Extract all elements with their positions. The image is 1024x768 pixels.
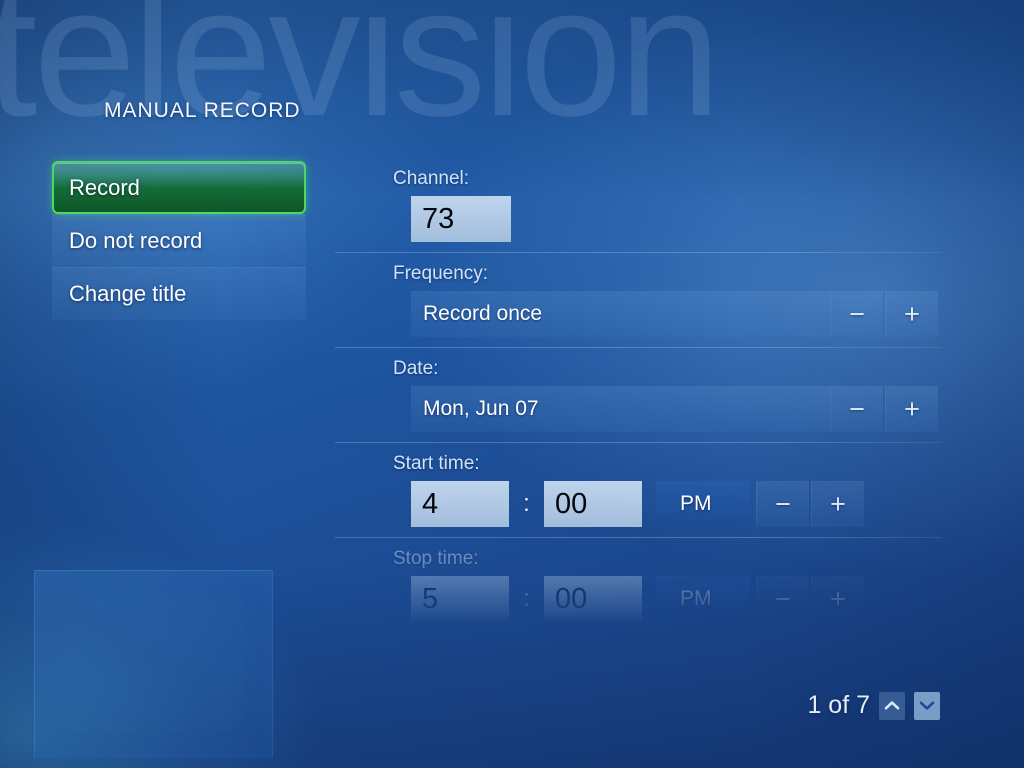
chevron-up-icon[interactable] bbox=[879, 691, 905, 720]
stop-meridiem-value[interactable]: PM bbox=[656, 576, 750, 622]
start-time-separator: : bbox=[523, 490, 530, 517]
pager-label: 1 of 7 bbox=[807, 691, 870, 719]
menu-item-label: Do not record bbox=[69, 228, 203, 253]
video-preview-panel[interactable] bbox=[34, 570, 273, 758]
frequency-label: Frequency: bbox=[393, 263, 489, 284]
form-row-date: Date: Mon, Jun 07 − + bbox=[335, 358, 945, 433]
start-time-increment-button[interactable]: + bbox=[811, 481, 864, 527]
page-title: MANUAL RECORD bbox=[104, 99, 301, 122]
frequency-controls: Record once − + bbox=[335, 290, 945, 338]
row-divider bbox=[335, 347, 942, 348]
menu-item-do-not-record[interactable]: Do not record bbox=[52, 214, 306, 267]
frequency-value[interactable]: Record once bbox=[411, 291, 830, 337]
row-divider bbox=[335, 442, 942, 443]
start-minute-input[interactable]: 00 bbox=[544, 481, 642, 527]
date-label: Date: bbox=[393, 358, 439, 379]
menu-item-change-title[interactable]: Change title bbox=[52, 267, 306, 320]
date-controls: Mon, Jun 07 − + bbox=[335, 385, 945, 433]
channel-label: Channel: bbox=[393, 168, 470, 189]
chevron-down-icon[interactable] bbox=[914, 691, 940, 720]
menu-item-record[interactable]: Record bbox=[52, 161, 306, 214]
stop-time-label: Stop time: bbox=[393, 548, 479, 569]
channel-input[interactable]: 73 bbox=[411, 196, 511, 242]
frequency-decrement-button[interactable]: − bbox=[830, 291, 883, 337]
start-meridiem-value[interactable]: PM bbox=[656, 481, 750, 527]
stop-hour-input[interactable]: 5 bbox=[411, 576, 509, 622]
frequency-increment-button[interactable]: + bbox=[885, 291, 938, 337]
stop-time-controls: 5 : 00 PM − + bbox=[335, 575, 945, 623]
menu-item-label: Record bbox=[69, 174, 140, 200]
form-row-channel: Channel: 73 bbox=[335, 168, 945, 243]
stop-minute-input[interactable]: 00 bbox=[544, 576, 642, 622]
sidebar-menu: Record Do not record Change title bbox=[52, 161, 306, 320]
form-row-start-time: Start time: 4 : 00 PM − + bbox=[335, 453, 945, 528]
start-time-controls: 4 : 00 PM − + bbox=[335, 480, 945, 528]
start-hour-input[interactable]: 4 bbox=[411, 481, 509, 527]
channel-controls: 73 bbox=[335, 195, 945, 243]
pager: 1 of 7 bbox=[807, 691, 940, 720]
stop-time-decrement-button[interactable]: − bbox=[756, 576, 809, 622]
menu-item-label: Change title bbox=[69, 281, 187, 306]
start-time-label: Start time: bbox=[393, 453, 480, 474]
stop-time-separator: : bbox=[523, 585, 530, 612]
form-row-frequency: Frequency: Record once − + bbox=[335, 263, 945, 338]
date-value[interactable]: Mon, Jun 07 bbox=[411, 386, 830, 432]
stop-time-increment-button[interactable]: + bbox=[811, 576, 864, 622]
row-divider bbox=[335, 252, 942, 253]
manual-record-form: Channel: 73 Frequency: Record once − + D… bbox=[335, 168, 945, 688]
form-row-stop-time: Stop time: 5 : 00 PM − + bbox=[335, 548, 945, 623]
start-time-decrement-button[interactable]: − bbox=[756, 481, 809, 527]
date-increment-button[interactable]: + bbox=[885, 386, 938, 432]
row-divider bbox=[335, 537, 942, 538]
date-decrement-button[interactable]: − bbox=[830, 386, 883, 432]
